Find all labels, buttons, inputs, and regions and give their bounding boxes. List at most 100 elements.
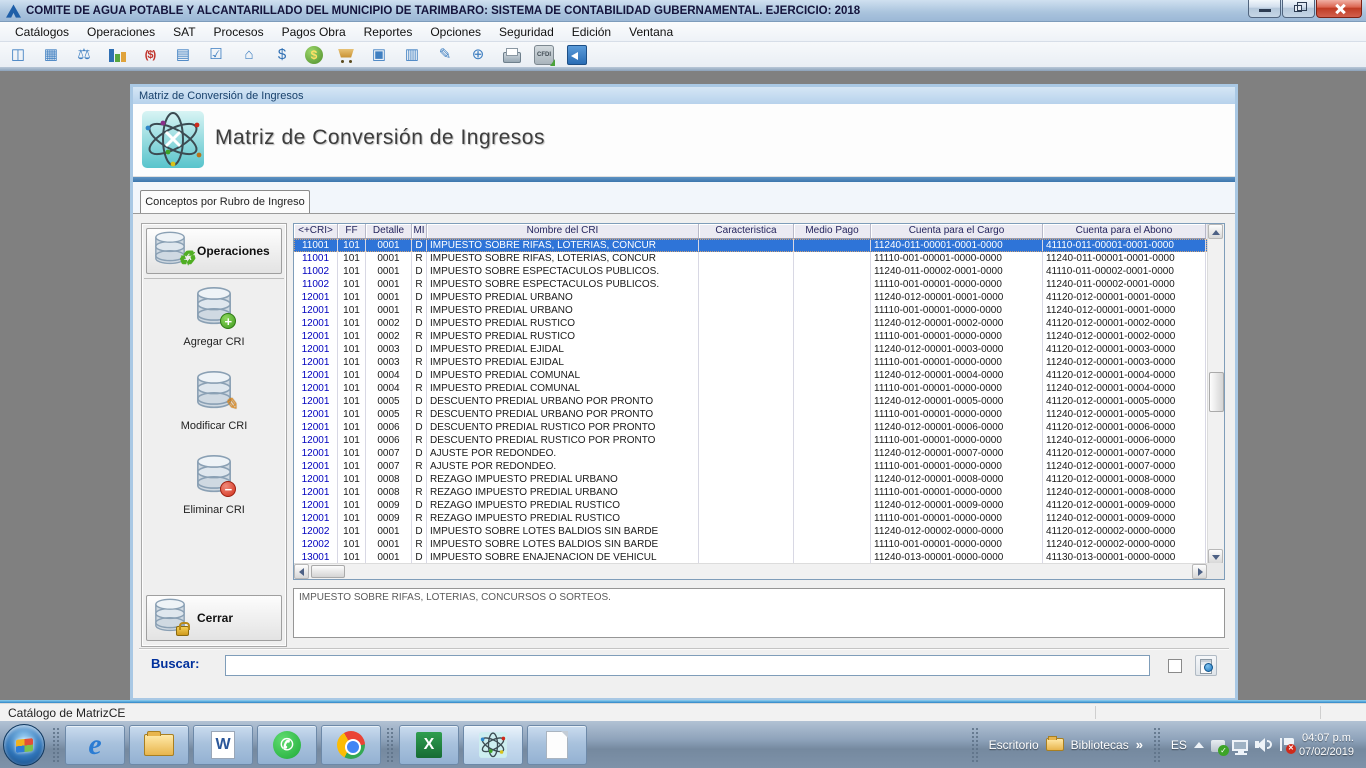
tray-chevron[interactable]: »: [1136, 737, 1143, 752]
table-row[interactable]: 120011010005DDESCUENTO PREDIAL URBANO PO…: [294, 395, 1207, 408]
vertical-scroll-thumb[interactable]: [1209, 372, 1224, 412]
table-row[interactable]: 110021010001RIMPUESTO SOBRE ESPECTACULOS…: [294, 278, 1207, 291]
taskbar-app-whatsapp[interactable]: ✆: [257, 725, 317, 765]
exit-icon[interactable]: [567, 45, 587, 65]
table-row[interactable]: 110011010001RIMPUESTO SOBRE RIFAS, LOTER…: [294, 252, 1207, 265]
table-row[interactable]: 110021010001DIMPUESTO SOBRE ESPECTACULOS…: [294, 265, 1207, 278]
taskbar-app-chrome[interactable]: [321, 725, 381, 765]
taskbar-app-atom-app[interactable]: [463, 725, 523, 765]
menu-ventana[interactable]: Ventana: [620, 23, 682, 41]
table-row[interactable]: 120011010002DIMPUESTO PREDIAL RUSTICO112…: [294, 317, 1207, 330]
menu-procesos[interactable]: Procesos: [205, 23, 273, 41]
minimize-button[interactable]: [1248, 0, 1281, 18]
modificar-cri-button[interactable]: ✎Modificar CRI: [144, 371, 284, 432]
network-icon[interactable]: [1232, 740, 1248, 751]
dollar-icon[interactable]: $: [272, 45, 292, 65]
cfdi-icon[interactable]: CFDI: [534, 45, 554, 65]
tray-grip[interactable]: [971, 727, 979, 763]
scroll-up-button[interactable]: [1208, 224, 1223, 239]
language-indicator[interactable]: ES: [1171, 738, 1187, 752]
table-row[interactable]: 120011010004DIMPUESTO PREDIAL COMUNAL112…: [294, 369, 1207, 382]
table-row[interactable]: 120011010004RIMPUESTO PREDIAL COMUNAL111…: [294, 382, 1207, 395]
table-row[interactable]: 120011010008DREZAGO IMPUESTO PREDIAL URB…: [294, 473, 1207, 486]
menu-sat[interactable]: SAT: [164, 23, 204, 41]
scroll-left-button[interactable]: [294, 564, 309, 579]
menu-cat-logos[interactable]: Catálogos: [6, 23, 78, 41]
taskbar-clock[interactable]: 04:07 p.m. 07/02/2019: [1299, 731, 1360, 759]
table-row[interactable]: 120021010001RIMPUESTO SOBRE LOTES BALDIO…: [294, 538, 1207, 551]
column-header-detalle[interactable]: Detalle: [366, 224, 412, 239]
bank-icon[interactable]: ⌂: [239, 45, 259, 65]
menu-pagos-obra[interactable]: Pagos Obra: [273, 23, 355, 41]
menu-reportes[interactable]: Reportes: [355, 23, 422, 41]
table-row[interactable]: 120011010005RDESCUENTO PREDIAL URBANO PO…: [294, 408, 1207, 421]
libraries-folder-icon[interactable]: [1046, 738, 1064, 751]
ledger-icon[interactable]: ▥: [402, 45, 422, 65]
eliminar-cri-button[interactable]: −Eliminar CRI: [144, 455, 284, 516]
show-hidden-icons-button[interactable]: [1194, 742, 1204, 748]
table-row[interactable]: 120011010001RIMPUESTO PREDIAL URBANO1111…: [294, 304, 1207, 317]
menu-opciones[interactable]: Opciones: [421, 23, 490, 41]
taskbar-app-word[interactable]: [193, 725, 253, 765]
tray-grip[interactable]: [1153, 727, 1161, 763]
table-row[interactable]: 120011010006RDESCUENTO PREDIAL RUSTICO P…: [294, 434, 1207, 447]
column-header-caracteristica[interactable]: Caracteristica: [699, 224, 794, 239]
printer-icon[interactable]: [501, 45, 521, 65]
search-checkbox[interactable]: [1168, 659, 1182, 673]
budget-icon[interactable]: ($): [140, 45, 160, 65]
column-header-mi[interactable]: MI: [412, 224, 427, 239]
table-row[interactable]: 120011010002RIMPUESTO PREDIAL RUSTICO111…: [294, 330, 1207, 343]
table-row[interactable]: 120011010009RREZAGO IMPUESTO PREDIAL RUS…: [294, 512, 1207, 525]
taskbar-app-internet-explorer[interactable]: e: [65, 725, 125, 765]
libraries-toolbar-label[interactable]: Bibliotecas: [1071, 738, 1129, 752]
column-header-cuenta-para-el-cargo[interactable]: Cuenta para el Cargo: [871, 224, 1043, 239]
table-row[interactable]: 120021010001DIMPUESTO SOBRE LOTES BALDIO…: [294, 525, 1207, 538]
edit-doc-icon[interactable]: ✎: [435, 45, 455, 65]
search-lookup-button[interactable]: [1195, 655, 1217, 676]
start-button[interactable]: [3, 724, 45, 766]
table-row[interactable]: 120011010007RAJUSTE POR REDONDEO.11110-0…: [294, 460, 1207, 473]
close-button[interactable]: [1316, 0, 1362, 18]
horizontal-scrollbar[interactable]: [294, 563, 1207, 579]
table-row[interactable]: 120011010008RREZAGO IMPUESTO PREDIAL URB…: [294, 486, 1207, 499]
globe-icon[interactable]: ⊕: [468, 45, 488, 65]
scales-icon[interactable]: ⚖: [74, 45, 94, 65]
taskbar-grip[interactable]: [52, 727, 60, 763]
poliza-check-icon[interactable]: ☑: [206, 45, 226, 65]
taskbar-app-explorer[interactable]: [129, 725, 189, 765]
safe-icon[interactable]: ▣: [369, 45, 389, 65]
menu-operaciones[interactable]: Operaciones: [78, 23, 164, 41]
money-bag-icon[interactable]: $: [305, 46, 323, 64]
child-window-caption[interactable]: Matriz de Conversión de Ingresos: [133, 87, 1235, 104]
column-header-nombre-del-cri[interactable]: Nombre del CRI: [427, 224, 699, 239]
scroll-right-button[interactable]: [1192, 564, 1207, 579]
table-row[interactable]: 120011010003RIMPUESTO PREDIAL EJIDAL1111…: [294, 356, 1207, 369]
column-header-medio-pago[interactable]: Medio Pago: [794, 224, 871, 239]
vertical-scrollbar[interactable]: [1207, 224, 1224, 564]
tab-conceptos-por-rubro[interactable]: Conceptos por Rubro de Ingreso: [140, 190, 310, 213]
scroll-down-button[interactable]: [1208, 549, 1223, 564]
agregar-cri-button[interactable]: +Agregar CRI: [144, 287, 284, 348]
bar-chart-icon[interactable]: [107, 45, 127, 65]
search-input[interactable]: [225, 655, 1150, 676]
usb-device-icon[interactable]: [1211, 740, 1225, 752]
table-row[interactable]: 120011010001DIMPUESTO PREDIAL URBANO1124…: [294, 291, 1207, 304]
restore-button[interactable]: [1282, 0, 1315, 18]
table-row[interactable]: 120011010006DDESCUENTO PREDIAL RUSTICO P…: [294, 421, 1207, 434]
taskbar-grip[interactable]: [386, 727, 394, 763]
action-center-icon[interactable]: [1280, 738, 1292, 751]
volume-icon[interactable]: [1255, 737, 1273, 753]
horizontal-scroll-thumb[interactable]: [311, 565, 345, 578]
table-row[interactable]: 120011010009DREZAGO IMPUESTO PREDIAL RUS…: [294, 499, 1207, 512]
table-row[interactable]: 120011010003DIMPUESTO PREDIAL EJIDAL1124…: [294, 343, 1207, 356]
column-header-cuenta-para-el-abono[interactable]: Cuenta para el Abono: [1043, 224, 1206, 239]
taskbar-app-excel[interactable]: X: [399, 725, 459, 765]
building-icon[interactable]: ▤: [173, 45, 193, 65]
taskbar-app-document[interactable]: [527, 725, 587, 765]
menu-seguridad[interactable]: Seguridad: [490, 23, 563, 41]
operaciones-header-button[interactable]: ♻ Operaciones: [146, 228, 282, 274]
column-header-cri[interactable]: <+CRI>: [294, 224, 338, 239]
table-row[interactable]: 120011010007DAJUSTE POR REDONDEO.11240-0…: [294, 447, 1207, 460]
cart-icon[interactable]: [336, 45, 356, 65]
menu-edici-n[interactable]: Edición: [563, 23, 620, 41]
